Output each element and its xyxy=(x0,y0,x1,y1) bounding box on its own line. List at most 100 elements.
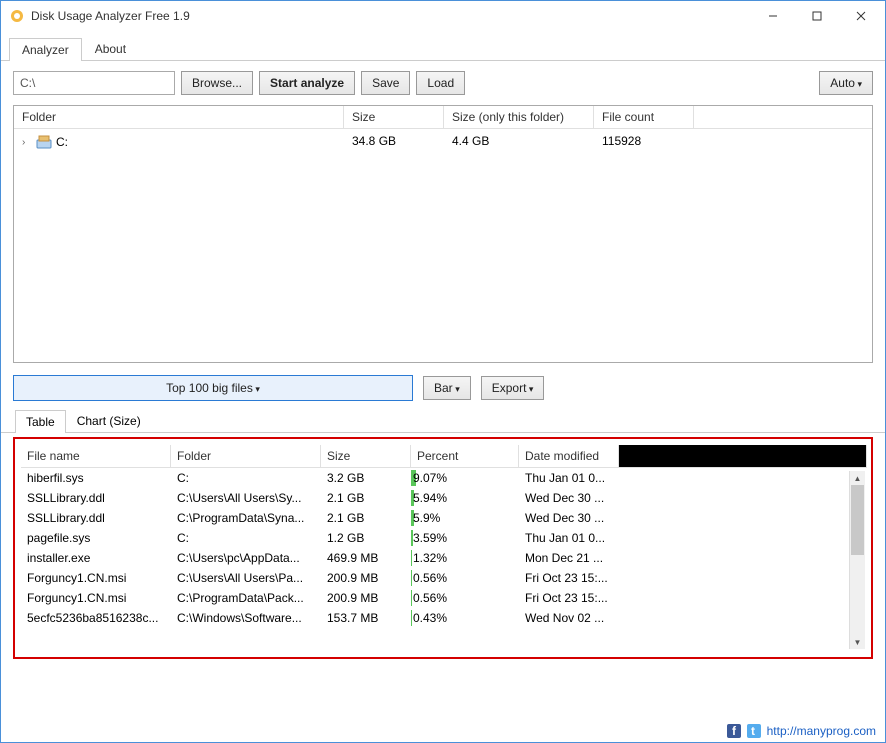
cell-percent: 0.56% xyxy=(411,588,519,608)
start-analyze-button[interactable]: Start analyze xyxy=(259,71,355,95)
cell-filename: 5ecfc5236ba8516238c... xyxy=(21,608,171,628)
export-dropdown[interactable]: Export xyxy=(481,376,545,400)
table-header: File name Folder Size Percent Date modif… xyxy=(21,445,867,468)
close-button[interactable] xyxy=(839,2,883,30)
scroll-up-icon[interactable]: ▲ xyxy=(850,471,865,485)
table-body: hiberfil.sysC:3.2 GB9.07%Thu Jan 01 0...… xyxy=(21,468,867,628)
col-size[interactable]: Size xyxy=(344,106,444,128)
cell-size: 469.9 MB xyxy=(321,548,411,568)
cell-percent: 9.07% xyxy=(411,468,519,488)
bar-dropdown[interactable]: Bar xyxy=(423,376,471,400)
cell-date: Fri Oct 23 15:... xyxy=(519,588,619,608)
twitter-icon[interactable]: t xyxy=(747,724,761,738)
cell-percent: 1.32% xyxy=(411,548,519,568)
cell-date: Mon Dec 21 ... xyxy=(519,548,619,568)
cell-filename: Forguncy1.CN.msi xyxy=(21,568,171,588)
load-button[interactable]: Load xyxy=(416,71,465,95)
cell-date: Thu Jan 01 0... xyxy=(519,528,619,548)
tree-size: 34.8 GB xyxy=(344,132,444,152)
col-size-only[interactable]: Size (only this folder) xyxy=(444,106,594,128)
cell-size: 153.7 MB xyxy=(321,608,411,628)
cell-percent: 5.9% xyxy=(411,508,519,528)
tree-header: Folder Size Size (only this folder) File… xyxy=(14,106,872,129)
cell-filename: pagefile.sys xyxy=(21,528,171,548)
cell-folder: C:\ProgramData\Syna... xyxy=(171,508,321,528)
facebook-icon[interactable]: f xyxy=(727,724,741,738)
titlebar: Disk Usage Analyzer Free 1.9 xyxy=(1,1,885,31)
app-icon xyxy=(9,8,25,24)
window-title: Disk Usage Analyzer Free 1.9 xyxy=(31,9,751,23)
table-row[interactable]: SSLLibrary.ddlC:\ProgramData\Syna...2.1 … xyxy=(21,508,867,528)
col-folder[interactable]: Folder xyxy=(171,445,321,467)
cell-filename: Forguncy1.CN.msi xyxy=(21,588,171,608)
col-filename[interactable]: File name xyxy=(21,445,171,467)
cell-size: 1.2 GB xyxy=(321,528,411,548)
auto-dropdown[interactable]: Auto xyxy=(819,71,873,95)
cell-size: 3.2 GB xyxy=(321,468,411,488)
cell-date: Wed Dec 30 ... xyxy=(519,488,619,508)
mid-toolbar: Top 100 big files Bar Export xyxy=(1,363,885,409)
cell-percent: 0.43% xyxy=(411,608,519,628)
scroll-thumb[interactable] xyxy=(851,485,864,555)
save-button[interactable]: Save xyxy=(361,71,410,95)
cell-filename: installer.exe xyxy=(21,548,171,568)
col-file-count[interactable]: File count xyxy=(594,106,694,128)
cell-size: 2.1 GB xyxy=(321,508,411,528)
cell-folder: C:\Users\pc\AppData... xyxy=(171,548,321,568)
sub-tabs: Table Chart (Size) xyxy=(1,409,885,433)
cell-size: 200.9 MB xyxy=(321,588,411,608)
cell-percent: 0.56% xyxy=(411,568,519,588)
cell-date: Thu Jan 01 0... xyxy=(519,468,619,488)
svg-text:t: t xyxy=(751,724,755,738)
cell-size: 200.9 MB xyxy=(321,568,411,588)
table-row[interactable]: Forguncy1.CN.msiC:\Users\All Users\Pa...… xyxy=(21,568,867,588)
table-row[interactable]: SSLLibrary.ddlC:\Users\All Users\Sy...2.… xyxy=(21,488,867,508)
tree-file-count: 115928 xyxy=(594,132,694,152)
cell-date: Wed Dec 30 ... xyxy=(519,508,619,528)
subtab-chart[interactable]: Chart (Size) xyxy=(66,409,152,432)
cell-percent: 5.94% xyxy=(411,488,519,508)
toolbar: Browse... Start analyze Save Load Auto xyxy=(1,61,885,105)
cell-folder: C:\ProgramData\Pack... xyxy=(171,588,321,608)
folder-tree: Folder Size Size (only this folder) File… xyxy=(13,105,873,363)
browse-button[interactable]: Browse... xyxy=(181,71,253,95)
tab-analyzer[interactable]: Analyzer xyxy=(9,38,82,61)
col-filesize[interactable]: Size xyxy=(321,445,411,467)
tab-about[interactable]: About xyxy=(82,37,139,60)
cell-date: Fri Oct 23 15:... xyxy=(519,568,619,588)
maximize-button[interactable] xyxy=(795,2,839,30)
drive-label: C: xyxy=(56,135,68,149)
cell-folder: C:\Windows\Software... xyxy=(171,608,321,628)
cell-filename: hiberfil.sys xyxy=(21,468,171,488)
top-100-dropdown[interactable]: Top 100 big files xyxy=(13,375,413,401)
subtab-table[interactable]: Table xyxy=(15,410,66,433)
cell-filename: SSLLibrary.ddl xyxy=(21,508,171,528)
vertical-scrollbar[interactable]: ▲ ▼ xyxy=(849,471,865,649)
main-tabs: Analyzer About xyxy=(1,33,885,61)
table-row[interactable]: pagefile.sysC:1.2 GB3.59%Thu Jan 01 0... xyxy=(21,528,867,548)
table-row[interactable]: hiberfil.sysC:3.2 GB9.07%Thu Jan 01 0... xyxy=(21,468,867,488)
cell-filename: SSLLibrary.ddl xyxy=(21,488,171,508)
table-row[interactable]: 5ecfc5236ba8516238c...C:\Windows\Softwar… xyxy=(21,608,867,628)
table-row[interactable]: installer.exeC:\Users\pc\AppData...469.9… xyxy=(21,548,867,568)
footer: f t http://manyprog.com xyxy=(727,720,876,742)
files-table-container: File name Folder Size Percent Date modif… xyxy=(13,437,873,659)
path-input[interactable] xyxy=(13,71,175,95)
cell-folder: C: xyxy=(171,468,321,488)
col-folder[interactable]: Folder xyxy=(14,106,344,128)
col-percent[interactable]: Percent xyxy=(411,445,519,467)
tree-size-only: 4.4 GB xyxy=(444,132,594,152)
cell-folder: C:\Users\All Users\Sy... xyxy=(171,488,321,508)
minimize-button[interactable] xyxy=(751,2,795,30)
expand-icon[interactable]: › xyxy=(22,137,32,148)
cell-size: 2.1 GB xyxy=(321,488,411,508)
scroll-down-icon[interactable]: ▼ xyxy=(850,635,865,649)
tree-row[interactable]: › C: 34.8 GB 4.4 GB 115928 xyxy=(14,129,872,155)
cell-date: Wed Nov 02 ... xyxy=(519,608,619,628)
table-row[interactable]: Forguncy1.CN.msiC:\ProgramData\Pack...20… xyxy=(21,588,867,608)
website-link[interactable]: http://manyprog.com xyxy=(767,724,876,738)
cell-folder: C:\Users\All Users\Pa... xyxy=(171,568,321,588)
drive-icon xyxy=(36,134,52,150)
col-date-modified[interactable]: Date modified xyxy=(519,445,619,467)
cell-folder: C: xyxy=(171,528,321,548)
